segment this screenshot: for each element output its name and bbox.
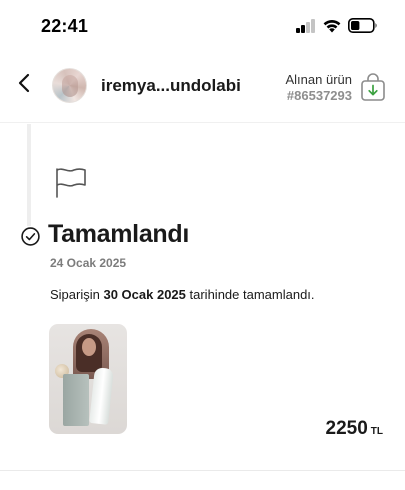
product-price: 2250 TL	[326, 418, 384, 440]
flag-icon	[56, 168, 86, 198]
back-button[interactable]	[14, 72, 36, 94]
description-prefix: Siparişin	[50, 287, 100, 302]
product-image-box	[63, 374, 89, 426]
status-time: 22:41	[41, 16, 89, 36]
wifi-icon	[323, 19, 341, 33]
description-date: 30 Ocak 2025	[103, 287, 186, 302]
status-bar: 22:41	[0, 0, 405, 50]
order-type-label: Alınan ürün	[285, 72, 353, 87]
price-amount: 2250	[325, 418, 368, 439]
status-title: Tamamlandı	[48, 220, 190, 248]
conversation-header: iremya...undolabi Alınan ürün #86537293	[0, 52, 405, 122]
bottom-divider	[0, 470, 405, 471]
product-image[interactable]	[49, 324, 127, 434]
header-divider	[0, 122, 405, 123]
cellular-signal-icon	[296, 19, 316, 33]
status-description: Siparişin 30 Ocak 2025 tarihinde tamamla…	[50, 287, 315, 302]
timeline-line	[27, 124, 31, 226]
check-circle-icon	[21, 227, 40, 246]
battery-icon	[348, 18, 377, 33]
description-suffix: tarihinde tamamlandı.	[189, 287, 315, 302]
seller-avatar[interactable]	[52, 68, 87, 103]
shopping-bag-download-icon[interactable]	[360, 72, 386, 102]
seller-name[interactable]: iremya...undolabi	[101, 76, 241, 96]
product-image-model-face	[82, 338, 96, 356]
status-date: 24 Ocak 2025	[50, 256, 127, 270]
order-number: #86537293	[286, 88, 352, 103]
price-currency: TL	[370, 426, 383, 437]
